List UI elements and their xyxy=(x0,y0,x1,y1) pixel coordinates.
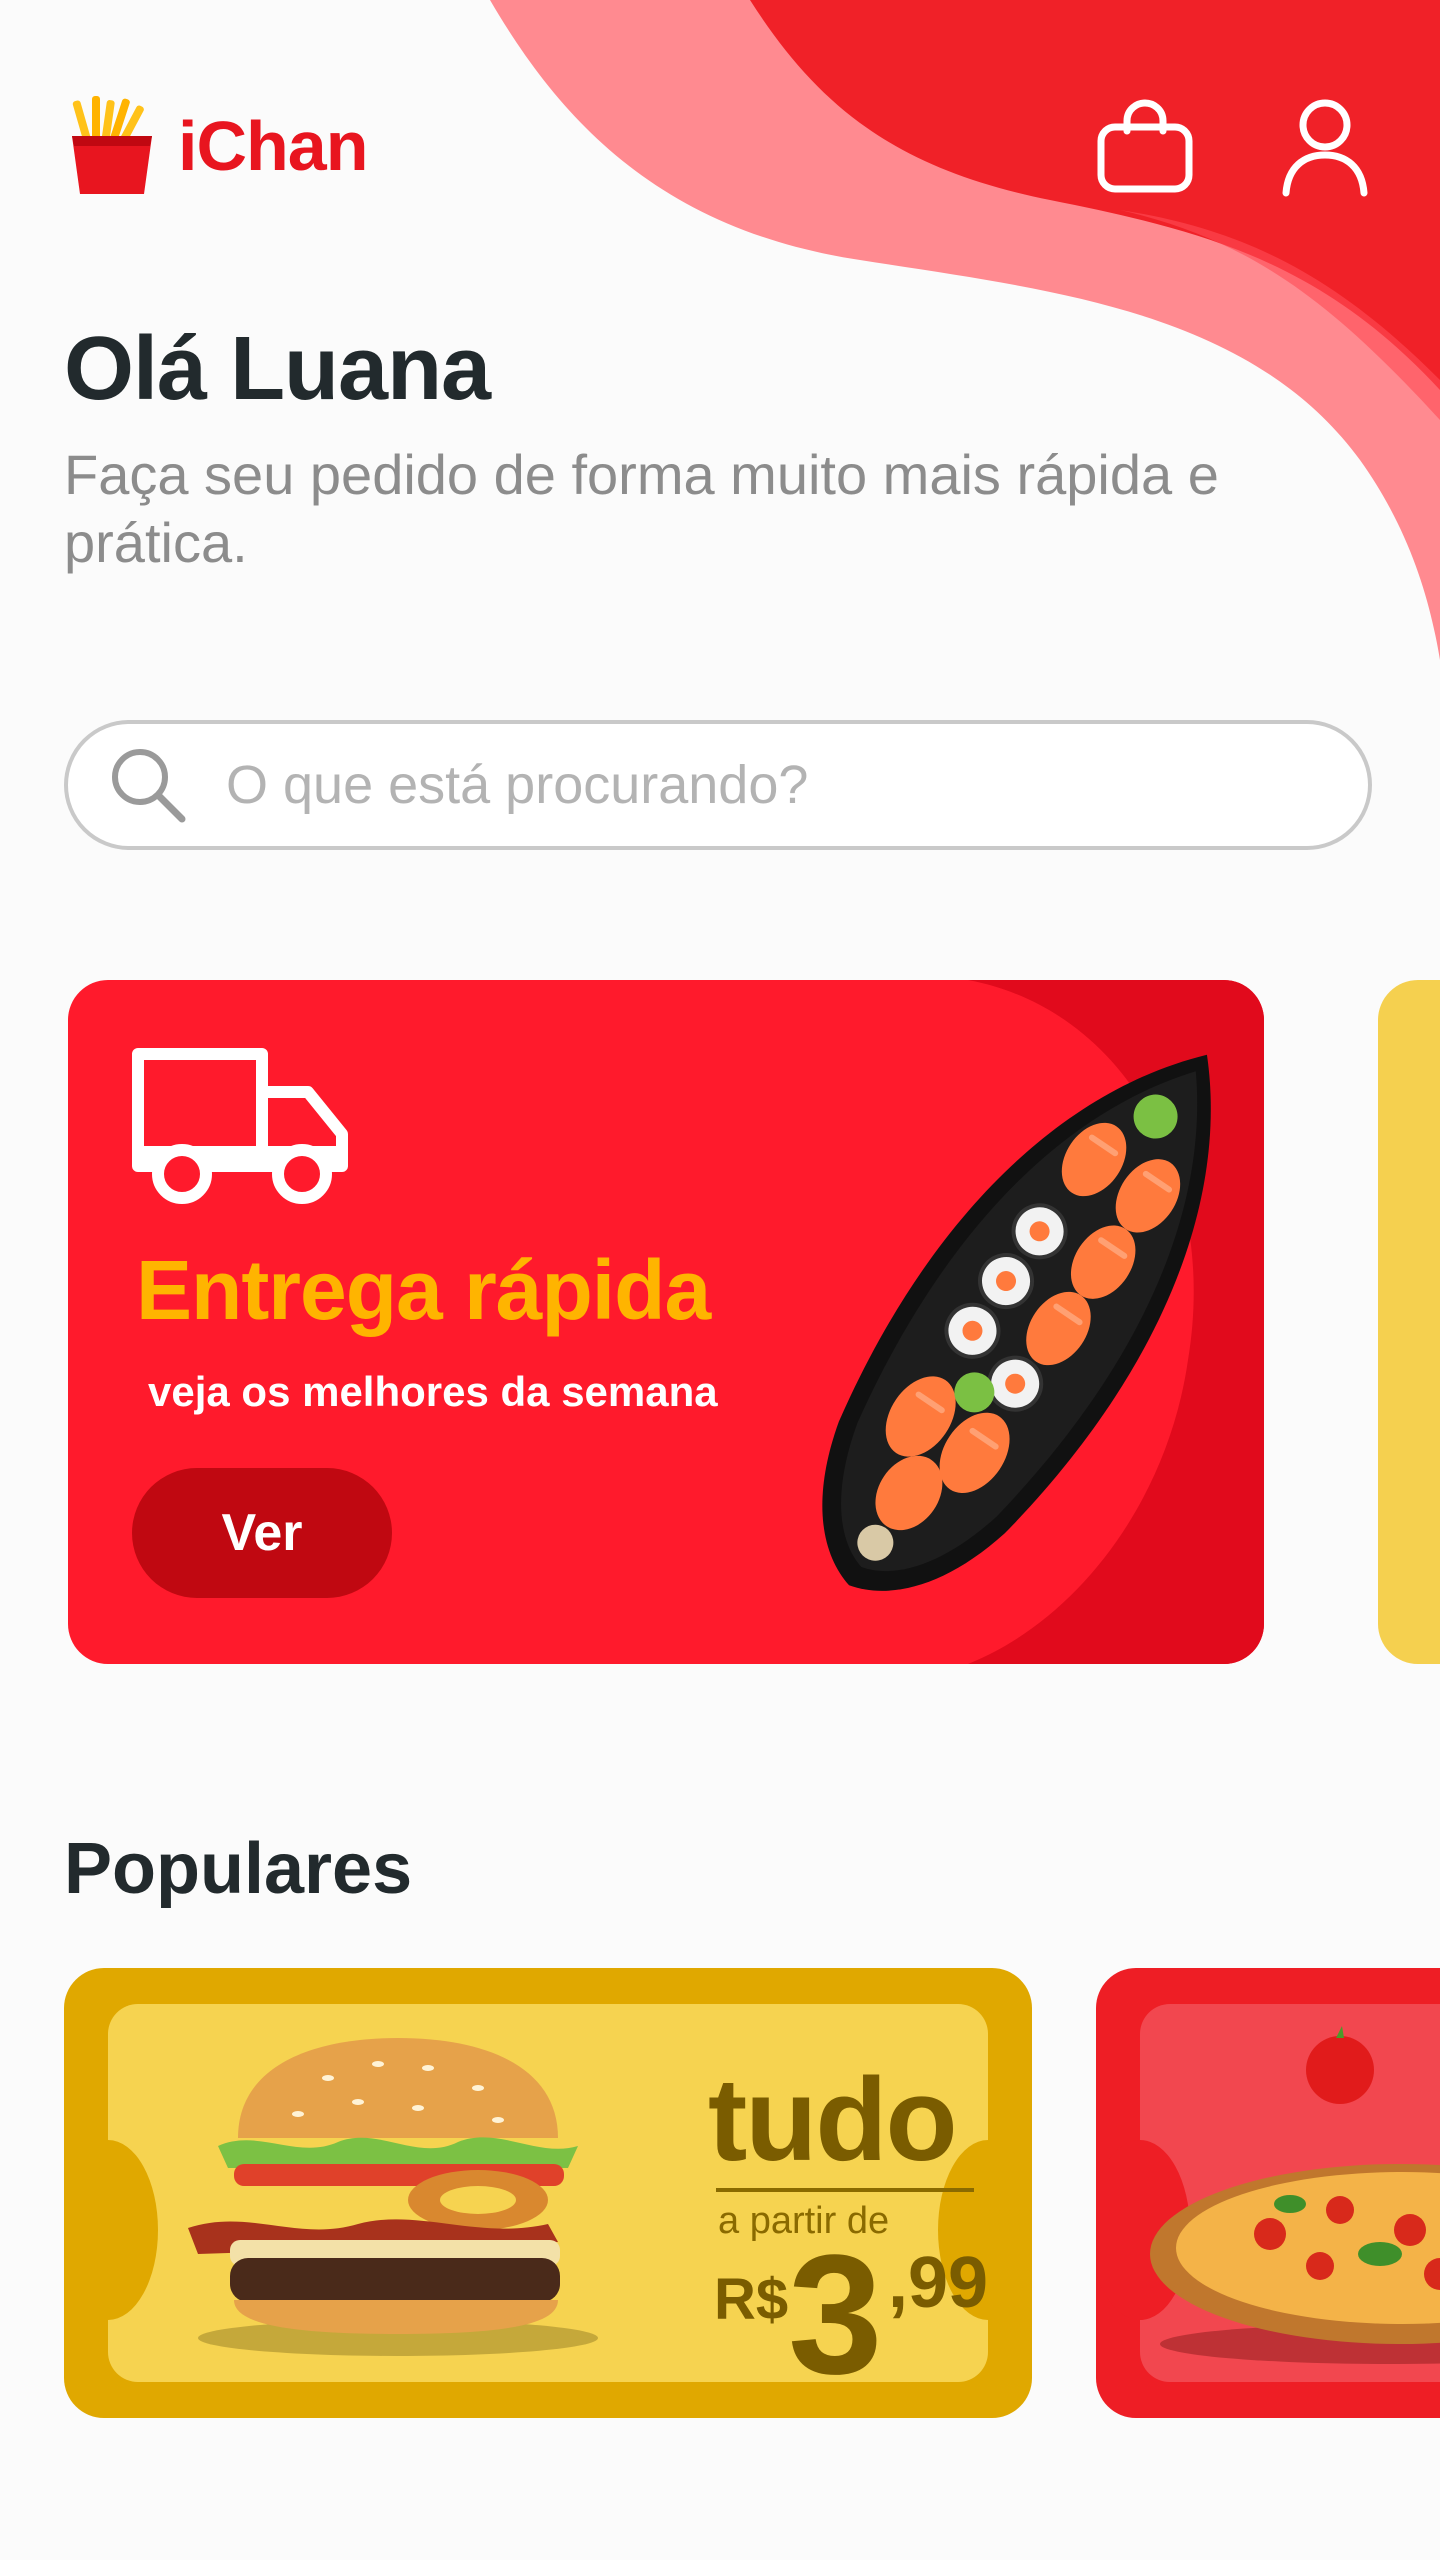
next-banner-peek[interactable] xyxy=(1378,980,1440,1664)
greeting-title: Olá Luana xyxy=(64,319,491,419)
popular-section-title: Populares xyxy=(64,1829,413,1909)
ticket-notch-left xyxy=(64,2140,158,2320)
search-input[interactable] xyxy=(226,754,1326,816)
promo-headline: tudo xyxy=(708,2054,958,2186)
pizza-image xyxy=(1150,2026,1440,2364)
banner-subtitle: veja os melhores da semana xyxy=(148,1368,718,1415)
popular-card-burger[interactable]: tudo a partir de R$ 3 ,99 xyxy=(64,1968,1032,2418)
search-icon xyxy=(112,749,186,823)
pizza-card-inner xyxy=(1096,2004,1440,2382)
user-icon xyxy=(1282,99,1368,197)
promo-price-decimal: ,99 xyxy=(888,2243,989,2323)
promo-currency: R$ xyxy=(714,2267,789,2332)
banner-title: Entrega rápida xyxy=(136,1243,711,1337)
popular-card-pizza[interactable] xyxy=(1096,1968,1440,2418)
cart-button[interactable] xyxy=(1090,92,1200,202)
burger-image xyxy=(188,2038,598,2356)
profile-button[interactable] xyxy=(1270,92,1380,202)
promo-divider xyxy=(716,2188,974,2192)
shopping-bag-icon xyxy=(1097,99,1193,193)
search-bar[interactable] xyxy=(64,720,1372,850)
fries-icon xyxy=(72,96,152,194)
promo-price-integer: 3 xyxy=(788,2220,883,2410)
banner-view-button[interactable]: Ver xyxy=(132,1468,392,1598)
delivery-truck-icon xyxy=(132,1048,348,1204)
app-header: iChan xyxy=(0,0,1440,260)
sushi-boat-image xyxy=(822,1054,1211,1591)
promo-banner[interactable]: Entrega rápida veja os melhores da seman… xyxy=(68,980,1264,1664)
greeting-section: Olá Luana Faça seu pedido de forma muito… xyxy=(64,318,1344,577)
app-logo[interactable]: iChan xyxy=(64,96,368,196)
coupon-ticket: tudo a partir de R$ 3 ,99 xyxy=(64,2004,1032,2400)
greeting-subtitle: Faça seu pedido de forma muito mais rápi… xyxy=(64,443,1219,574)
app-name: iChan xyxy=(178,107,368,185)
